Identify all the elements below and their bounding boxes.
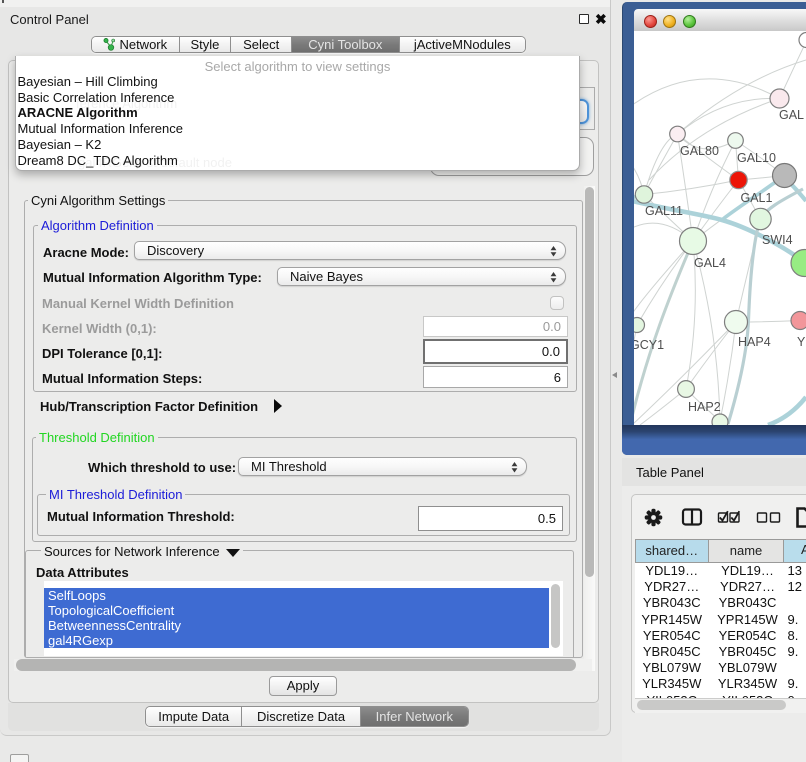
svg-text:GAL80: GAL80 xyxy=(680,144,719,158)
svg-text:GCY1: GCY1 xyxy=(634,338,664,352)
svg-text:GAL11: GAL11 xyxy=(645,204,683,218)
svg-text:GAL10: GAL10 xyxy=(737,151,776,165)
svg-text:SWI4: SWI4 xyxy=(762,233,793,247)
svg-text:Y: Y xyxy=(797,335,806,349)
svg-text:GAL1: GAL1 xyxy=(741,191,773,205)
svg-text:HAP4: HAP4 xyxy=(738,335,771,349)
svg-text:GAL4: GAL4 xyxy=(694,256,726,270)
svg-text:HAP2: HAP2 xyxy=(688,400,721,414)
svg-text:GAL: GAL xyxy=(779,108,804,122)
